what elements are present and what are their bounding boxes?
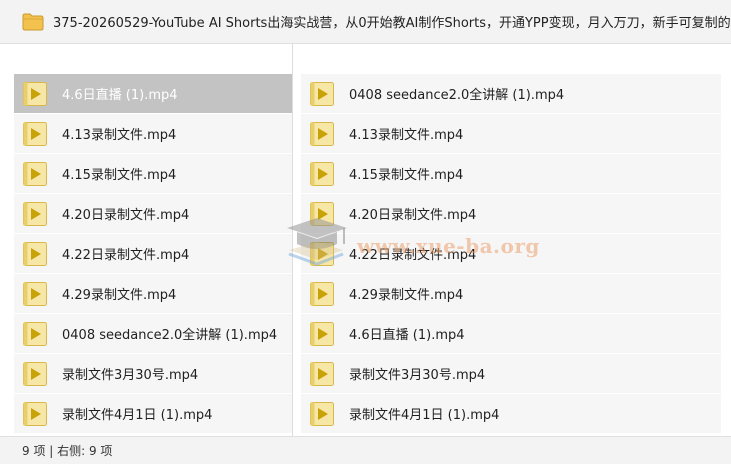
- file-name-label: 4.15录制文件.mp4: [62, 168, 177, 183]
- file-name-label: 4.13录制文件.mp4: [349, 128, 464, 143]
- file-name-label: 0408 seedance2.0全讲解 (1).mp4: [349, 88, 565, 103]
- file-row[interactable]: 0408 seedance2.0全讲解 (1).mp4: [301, 74, 721, 114]
- left-file-pane[interactable]: 4.6日直播 (1).mp4 4.13录制文件.mp4 4.15录制文件.mp4 4.…: [0, 44, 292, 436]
- left-file-list: 4.6日直播 (1).mp4 4.13录制文件.mp4 4.15录制文件.mp4 4.…: [14, 74, 292, 434]
- video-file-icon: [310, 321, 334, 346]
- file-compare-window: 375-20260529-YouTube AI Shorts出海实战营，从0开始…: [0, 0, 731, 464]
- file-row[interactable]: 4.15录制文件.mp4: [301, 154, 721, 194]
- title-bar: 375-20260529-YouTube AI Shorts出海实战营，从0开始…: [0, 0, 731, 44]
- video-file-icon: [310, 361, 334, 386]
- right-file-list: 0408 seedance2.0全讲解 (1).mp4 4.13录制文件.mp4 4…: [301, 74, 721, 434]
- video-file-icon: [310, 161, 334, 186]
- file-row[interactable]: 录制文件4月1日 (1).mp4: [14, 394, 292, 434]
- video-file-icon: [23, 201, 47, 226]
- video-file-icon: [23, 241, 47, 266]
- file-name-label: 录制文件4月1日 (1).mp4: [349, 408, 500, 423]
- file-row[interactable]: 4.6日直播 (1).mp4: [301, 314, 721, 354]
- video-file-icon: [23, 401, 47, 426]
- file-row[interactable]: 4.13录制文件.mp4: [301, 114, 721, 154]
- file-name-label: 4.29录制文件.mp4: [62, 288, 177, 303]
- file-name-label: 4.29录制文件.mp4: [349, 288, 464, 303]
- file-name-label: 4.20日录制文件.mp4: [62, 208, 190, 223]
- file-row[interactable]: 4.29录制文件.mp4: [301, 274, 721, 314]
- file-name-label: 4.13录制文件.mp4: [62, 128, 177, 143]
- video-file-icon: [23, 361, 47, 386]
- file-row[interactable]: 录制文件3月30号.mp4: [14, 354, 292, 394]
- video-file-icon: [23, 321, 47, 346]
- folder-path-title: 375-20260529-YouTube AI Shorts出海实战营，从0开始…: [53, 16, 731, 31]
- video-file-icon: [23, 161, 47, 186]
- video-file-icon: [310, 401, 334, 426]
- file-row[interactable]: 录制文件3月30号.mp4: [301, 354, 721, 394]
- file-name-label: 4.22日录制文件.mp4: [349, 248, 477, 263]
- file-row[interactable]: 录制文件4月1日 (1).mp4: [301, 394, 721, 434]
- folder-icon: [22, 13, 44, 30]
- status-bar: 9 项 | 右侧: 9 项: [0, 436, 731, 464]
- file-row[interactable]: 4.6日直播 (1).mp4: [14, 74, 292, 114]
- file-name-label: 4.6日直播 (1).mp4: [349, 328, 465, 343]
- video-file-icon: [23, 281, 47, 306]
- file-row[interactable]: 4.20日录制文件.mp4: [14, 194, 292, 234]
- file-name-label: 4.20日录制文件.mp4: [349, 208, 477, 223]
- file-row[interactable]: 4.13录制文件.mp4: [14, 114, 292, 154]
- file-row[interactable]: 4.15录制文件.mp4: [14, 154, 292, 194]
- file-name-label: 录制文件4月1日 (1).mp4: [62, 408, 213, 423]
- file-name-label: 录制文件3月30号.mp4: [349, 368, 486, 383]
- video-file-icon: [310, 241, 334, 266]
- file-name-label: 录制文件3月30号.mp4: [62, 368, 199, 383]
- file-row[interactable]: 4.20日录制文件.mp4: [301, 194, 721, 234]
- right-file-pane[interactable]: 0408 seedance2.0全讲解 (1).mp4 4.13录制文件.mp4 4…: [292, 44, 731, 436]
- video-file-icon: [310, 201, 334, 226]
- file-row[interactable]: 4.22日录制文件.mp4: [14, 234, 292, 274]
- item-count-status: 9 项 | 右侧: 9 项: [22, 444, 113, 458]
- video-file-icon: [310, 281, 334, 306]
- file-row[interactable]: 4.22日录制文件.mp4: [301, 234, 721, 274]
- video-file-icon: [310, 81, 334, 106]
- file-name-label: 4.6日直播 (1).mp4: [62, 88, 178, 103]
- file-row[interactable]: 0408 seedance2.0全讲解 (1).mp4: [14, 314, 292, 354]
- video-file-icon: [310, 121, 334, 146]
- video-file-icon: [23, 121, 47, 146]
- file-name-label: 4.15录制文件.mp4: [349, 168, 464, 183]
- file-name-label: 4.22日录制文件.mp4: [62, 248, 190, 263]
- file-row[interactable]: 4.29录制文件.mp4: [14, 274, 292, 314]
- video-file-icon: [23, 81, 47, 106]
- file-name-label: 0408 seedance2.0全讲解 (1).mp4: [62, 328, 278, 343]
